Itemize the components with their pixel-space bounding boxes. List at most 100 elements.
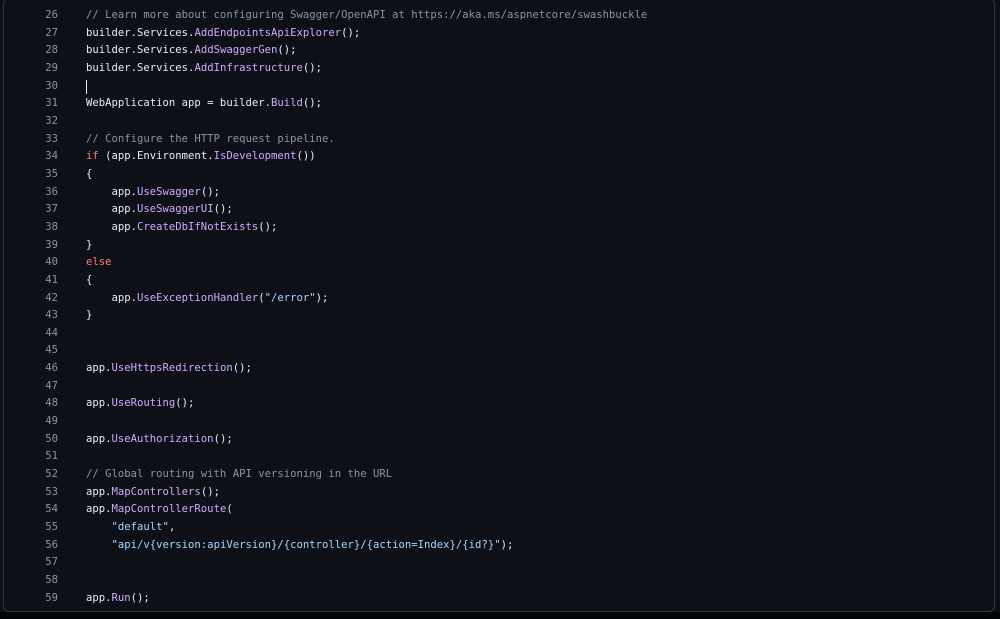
code-line[interactable]: 36 app.UseSwagger(); xyxy=(4,184,994,202)
code-line[interactable]: 57 xyxy=(4,554,994,572)
code-token-plain: app. xyxy=(86,591,112,604)
code-token-comment: // Configure the HTTP request pipeline. xyxy=(86,132,335,145)
code-token-plain: ); xyxy=(315,291,329,304)
line-code: // Configure the HTTP request pipeline. xyxy=(86,131,335,149)
code-line[interactable]: 37 app.UseSwaggerUI(); xyxy=(4,201,994,219)
code-token-plain: { xyxy=(86,273,93,286)
line-number: 46 xyxy=(45,362,58,375)
code-line[interactable]: 32 xyxy=(4,113,994,131)
code-line[interactable]: 33 // Configure the HTTP request pipeline… xyxy=(4,131,994,149)
line-code: } xyxy=(86,307,92,325)
line-code: } xyxy=(86,237,92,255)
code-token-plain: (); xyxy=(258,220,278,233)
line-code: app.Run(); xyxy=(86,590,150,608)
code-line[interactable]: 30 xyxy=(4,78,994,96)
line-code: if (app.Environment.IsDevelopment()) xyxy=(86,148,316,166)
code-token-plain: app. xyxy=(86,220,138,233)
code-line[interactable]: 48 app.UseRouting(); xyxy=(4,395,994,413)
code-line[interactable]: 47 xyxy=(4,378,994,396)
code-token-string: "/error" xyxy=(264,291,316,304)
code-line[interactable]: 50 app.UseAuthorization(); xyxy=(4,431,994,449)
line-number: 37 xyxy=(45,203,58,216)
code-line[interactable]: 53 app.MapControllers(); xyxy=(4,484,994,502)
code-line[interactable]: 38 app.CreateDbIfNotExists(); xyxy=(4,219,994,237)
code-line[interactable]: 58 xyxy=(4,572,994,590)
code-line[interactable]: 29 builder.Services.AddInfrastructure(); xyxy=(4,60,994,78)
line-number: 32 xyxy=(45,114,58,127)
code-token-plain: (app.Environment. xyxy=(98,150,214,163)
code-line[interactable]: 27 builder.Services.AddEndpointsApiExplor… xyxy=(4,25,994,43)
code-line[interactable]: 46 app.UseHttpsRedirection(); xyxy=(4,360,994,378)
window-bottom-edge xyxy=(0,612,1000,619)
code-line[interactable]: 28 builder.Services.AddSwaggerGen(); xyxy=(4,42,994,60)
code-token-method: UseRouting xyxy=(111,397,176,410)
code-line[interactable]: 52 // Global routing with API versioning … xyxy=(4,466,994,484)
code-token-method: UseSwaggerUI xyxy=(137,203,214,216)
line-code: "api/v{version:apiVersion}/{controller}/… xyxy=(86,537,514,555)
line-number: 30 xyxy=(45,79,58,92)
line-number: 57 xyxy=(45,556,58,569)
line-code: builder.Services.AddEndpointsApiExplorer… xyxy=(86,25,360,43)
code-line[interactable]: 49 xyxy=(4,413,994,431)
code-token-plain: app. xyxy=(86,503,112,516)
code-editor-panel: 26 // Learn more about configuring Swagge… xyxy=(3,0,995,612)
line-code: else xyxy=(86,254,112,272)
code-token-keyword: else xyxy=(86,256,112,269)
code-token-plain: (); xyxy=(200,485,220,498)
code-line[interactable]: 55 "default", xyxy=(4,519,994,537)
code-token-plain: (); xyxy=(213,203,233,216)
code-token-method: MapControllerRoute xyxy=(111,503,227,516)
code-token-comment: // Global routing with API versioning in… xyxy=(86,468,393,481)
line-number: 45 xyxy=(45,344,58,357)
code-token-method: AddInfrastructure xyxy=(194,61,303,74)
code-line[interactable]: 51 xyxy=(4,448,994,466)
line-number: 34 xyxy=(45,150,58,163)
code-token-method: UseExceptionHandler xyxy=(137,291,259,304)
code-token-method: Run xyxy=(111,591,131,604)
code-token-plain: ( xyxy=(226,503,233,516)
code-token-plain: (); xyxy=(200,185,220,198)
code-line[interactable]: 41 { xyxy=(4,272,994,290)
code-line[interactable]: 44 xyxy=(4,325,994,343)
code-line[interactable]: 35 { xyxy=(4,166,994,184)
code-line[interactable]: 40 else xyxy=(4,254,994,272)
code-line[interactable]: 59 app.Run(); xyxy=(4,590,994,608)
code-token-plain: (); xyxy=(130,591,150,604)
line-number: 56 xyxy=(45,538,58,551)
code-line[interactable]: 26 // Learn more about configuring Swagge… xyxy=(4,7,994,25)
code-token-plain: (); xyxy=(232,362,252,375)
code-token-method: AddEndpointsApiExplorer xyxy=(194,26,342,39)
code-line[interactable]: 56 "api/v{version:apiVersion}/{controlle… xyxy=(4,537,994,555)
code-token-plain: ); xyxy=(500,538,514,551)
code-line[interactable]: 42 app.UseExceptionHandler("/error"); xyxy=(4,290,994,308)
line-number: 35 xyxy=(45,167,58,180)
code-line[interactable]: 45 xyxy=(4,342,994,360)
line-number: 39 xyxy=(45,238,58,251)
code-token-method: CreateDbIfNotExists xyxy=(137,220,259,233)
line-code: app.UseExceptionHandler("/error"); xyxy=(86,290,329,308)
code-token-string: "default" xyxy=(111,521,169,534)
line-code: builder.Services.AddInfrastructure(); xyxy=(86,60,322,78)
line-number: 33 xyxy=(45,132,58,145)
code-view[interactable]: 26 // Learn more about configuring Swagge… xyxy=(4,7,994,607)
line-code: app.MapControllerRoute( xyxy=(86,501,233,519)
code-line[interactable]: 34 if (app.Environment.IsDevelopment()) xyxy=(4,148,994,166)
code-line[interactable]: 54 app.MapControllerRoute( xyxy=(4,501,994,519)
line-code: app.MapControllers(); xyxy=(86,484,220,502)
code-line[interactable]: 31 WebApplication app = builder.Build(); xyxy=(4,95,994,113)
code-token-string: "api/v{version:apiVersion}/{controller}/… xyxy=(111,538,501,551)
line-code: app.UseSwagger(); xyxy=(86,184,220,202)
line-code: app.UseHttpsRedirection(); xyxy=(86,360,252,378)
code-token-plain: builder.Services. xyxy=(86,61,195,74)
line-number: 44 xyxy=(45,326,58,339)
code-line[interactable]: 39} xyxy=(4,237,994,255)
line-number: 31 xyxy=(45,97,58,110)
line-number: 58 xyxy=(45,574,58,586)
code-token-plain: app. xyxy=(86,485,112,498)
code-line[interactable]: 43} xyxy=(4,307,994,325)
line-number: 36 xyxy=(45,185,58,198)
line-code: app.CreateDbIfNotExists(); xyxy=(86,219,278,237)
line-number: 49 xyxy=(45,415,58,428)
line-number: 59 xyxy=(45,591,58,604)
code-token-plain: (); xyxy=(175,397,195,410)
